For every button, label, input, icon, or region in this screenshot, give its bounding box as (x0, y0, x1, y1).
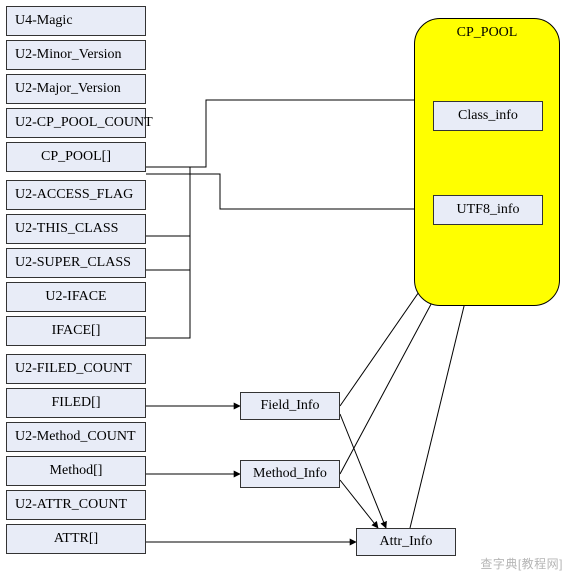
label: UTF8_info (457, 202, 520, 218)
pool-utf8-info: UTF8_info (433, 195, 543, 225)
struct-u2-access-flag: U2-ACCESS_FLAG (6, 180, 146, 210)
label: U2-CP_POOL_COUNT (15, 115, 153, 131)
label: 查字典[教程网] (480, 557, 563, 571)
struct-u2-cp-pool-count: U2-CP_POOL_COUNT (6, 108, 146, 138)
label: U2-Major_Version (15, 81, 121, 97)
label: U2-IFACE (45, 289, 106, 305)
label: Class_info (458, 108, 518, 124)
label: U2-THIS_CLASS (15, 221, 118, 237)
struct-iface-array: IFACE[] (6, 316, 146, 346)
label: IFACE[] (52, 323, 101, 339)
method-info-box: Method_Info (240, 460, 340, 488)
pool-class-info: Class_info (433, 101, 543, 131)
cp-pool-container: CP_POOL Class_info UTF8_info (414, 18, 560, 306)
label: U2-SUPER_CLASS (15, 255, 131, 271)
field-info-box: Field_Info (240, 392, 340, 420)
struct-cp-pool-array: CP_POOL[] (6, 142, 146, 172)
struct-method-array: Method[] (6, 456, 146, 486)
label: Method_Info (253, 466, 327, 482)
label: Field_Info (260, 398, 319, 414)
label: CP_POOL (457, 25, 518, 40)
label: U2-Method_COUNT (15, 429, 136, 445)
label: CP_POOL[] (41, 149, 111, 165)
label: U2-FILED_COUNT (15, 361, 132, 377)
attr-info-box: Attr_Info (356, 528, 456, 556)
struct-u2-major-version: U2-Major_Version (6, 74, 146, 104)
struct-u2-attr-count: U2-ATTR_COUNT (6, 490, 146, 520)
struct-filed-array: FILED[] (6, 388, 146, 418)
cp-pool-title: CP_POOL (415, 25, 559, 41)
struct-u2-this-class: U2-THIS_CLASS (6, 214, 146, 244)
struct-u2-iface: U2-IFACE (6, 282, 146, 312)
label: Method[] (50, 463, 103, 479)
struct-u2-filed-count: U2-FILED_COUNT (6, 354, 146, 384)
label: U4-Magic (15, 13, 73, 29)
label: FILED[] (52, 395, 101, 411)
label: Attr_Info (380, 534, 433, 550)
struct-u2-method-count: U2-Method_COUNT (6, 422, 146, 452)
struct-u2-minor-version: U2-Minor_Version (6, 40, 146, 70)
label: U2-ATTR_COUNT (15, 497, 127, 513)
label: U2-ACCESS_FLAG (15, 187, 133, 203)
struct-u4-magic: U4-Magic (6, 6, 146, 36)
diagram-canvas: U4-Magic U2-Minor_Version U2-Major_Versi… (0, 0, 571, 578)
struct-attr-array: ATTR[] (6, 524, 146, 554)
watermark-text: 查字典[教程网] (480, 555, 563, 572)
label: U2-Minor_Version (15, 47, 122, 63)
label: ATTR[] (54, 531, 98, 547)
struct-u2-super-class: U2-SUPER_CLASS (6, 248, 146, 278)
